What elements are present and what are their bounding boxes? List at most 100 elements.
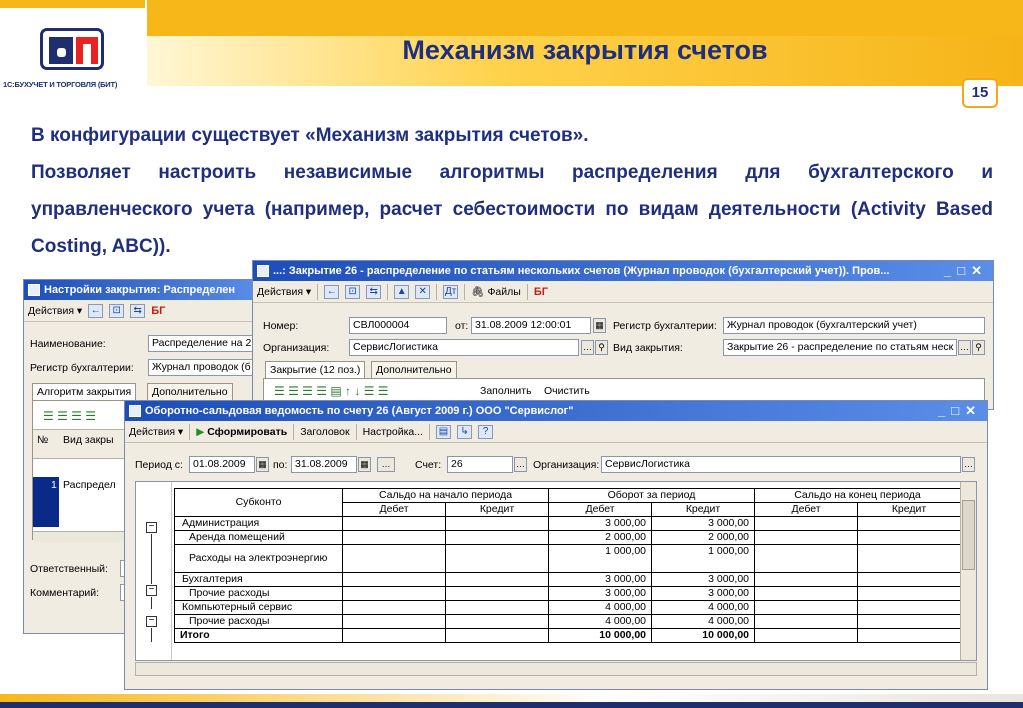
body-line-2: Позволяет настроить независимые алгоритм… (31, 162, 993, 257)
osv-report-grid[interactable]: − − − Субконто Сальдо на начало периода … (135, 481, 977, 661)
header-credit: Кредит (445, 502, 549, 517)
header-turnover: Оборот за период (548, 488, 755, 503)
register-label: Регистр бухгалтерии: (30, 362, 134, 374)
name-label: Наименование: (30, 338, 106, 350)
table-row[interactable]: Бухгалтерия 3 000,00 3 000,00 (174, 572, 961, 587)
settings-button[interactable]: Настройка... (363, 426, 423, 438)
tab-additional[interactable]: Дополнительно (371, 361, 457, 378)
play-icon: ▶ (196, 425, 205, 438)
generate-button[interactable]: ▶ Сформировать (196, 426, 287, 438)
row-closing-type[interactable]: Распредел (63, 479, 116, 491)
structure-icon[interactable]: ⊡ (109, 303, 125, 318)
account-select-button[interactable]: … (514, 457, 527, 472)
closing-type-field[interactable]: Закрытие 26 - распределение по статьям н… (723, 339, 957, 356)
collapse-icon[interactable]: − (146, 616, 157, 627)
osv-titlebar[interactable]: Оборотно-сальдовая ведомость по счету 26… (125, 401, 987, 421)
account-field[interactable]: 26 (447, 456, 513, 473)
header-closing-balance: Сальдо на конец периода (754, 488, 961, 503)
date-field[interactable]: 31.08.2009 12:00:01 (471, 317, 591, 334)
total-row[interactable]: Итого 10 000,00 10 000,00 (174, 628, 961, 643)
decode-icon[interactable]: ↳ (457, 424, 473, 439)
table-row[interactable]: Прочие расходы 4 000,00 4 000,00 (174, 614, 961, 629)
date-label: от: (455, 320, 469, 332)
unpost-icon[interactable]: ✕ (415, 284, 431, 299)
table-row[interactable]: Компьютерный сервис 4 000,00 4 000,00 (174, 600, 961, 615)
dt-kt-icon[interactable]: Дт (443, 284, 459, 299)
report-icon (129, 405, 141, 417)
osv-window[interactable]: Оборотно-сальдовая ведомость по счету 26… (124, 400, 988, 690)
journal-titlebar[interactable]: ...: Закрытие 26 - распределение по стат… (253, 261, 993, 281)
clear-button[interactable]: Очистить (544, 385, 590, 397)
grouping-column: − − − (136, 482, 172, 660)
osv-table: Субконто Сальдо на начало периода Оборот… (174, 488, 961, 643)
copy-icon[interactable]: ⇆ (130, 303, 146, 318)
files-button[interactable]: 🖇 Файлы (471, 285, 521, 298)
actions-menu[interactable]: Действия ▾ (257, 286, 311, 298)
number-field[interactable]: СВЛ000004 (349, 317, 447, 334)
collapse-icon[interactable]: − (146, 522, 157, 533)
period-from-field[interactable]: 01.08.2009 (189, 456, 255, 473)
tab-additional[interactable]: Дополнительно (147, 383, 233, 400)
header-button[interactable]: Заголовок (300, 426, 349, 438)
slide-body: В конфигурации существует «Механизм закр… (31, 117, 993, 265)
closing-type-label: Вид закрытия: (613, 342, 683, 354)
org-field[interactable]: СервисЛогистика (349, 339, 579, 356)
tree-toolbar-icons[interactable]: ☰ ☰ ☰ ☰ (43, 409, 96, 423)
header-credit: Кредит (651, 502, 755, 517)
bit-icon[interactable]: БГ (151, 305, 165, 317)
help-icon[interactable]: ? (478, 424, 494, 439)
calendar-icon[interactable]: ▦ (256, 457, 269, 472)
register-field[interactable]: Журнал проводок (бухгалтерский учет) (723, 317, 985, 334)
copy-icon[interactable]: ⇆ (366, 284, 382, 299)
logo-caption: 1С:БУХУЧЕТ И ТОРГОВЛЯ (БИТ) (3, 80, 118, 89)
page-number: 15 (962, 78, 998, 108)
post-icon[interactable]: ▲ (394, 284, 410, 299)
period-from-label: Период с: (135, 459, 183, 471)
period-to-label: по: (273, 459, 288, 471)
actions-menu[interactable]: Действия ▾ (28, 305, 82, 317)
osv-toolbar: Действия ▾ ▶ Сформировать Заголовок Наст… (125, 421, 987, 443)
actions-menu[interactable]: Действия ▾ (129, 426, 183, 438)
vertical-scrollbar[interactable] (960, 482, 976, 660)
table-row[interactable]: Администрация 3 000,00 3 000,00 (174, 516, 961, 531)
period-select-button[interactable]: … (377, 457, 395, 472)
col-closing-type: Вид закры (63, 434, 114, 446)
fill-button[interactable]: Заполнить (480, 385, 532, 397)
tab-closing[interactable]: Закрытие (12 поз.) (265, 361, 366, 378)
calendar-icon[interactable]: ▦ (358, 457, 371, 472)
org-select-button[interactable]: … (962, 457, 975, 472)
header-row-1: Субконто Сальдо на начало периода Оборот… (174, 488, 961, 517)
tab-algorithm[interactable]: Алгоритм закрытия (32, 383, 137, 400)
table-row[interactable]: Расходы на электроэнергию 1 000,00 1 000,… (174, 544, 961, 573)
window-controls[interactable]: _□✕ (944, 261, 988, 281)
calendar-icon[interactable]: ▦ (593, 318, 606, 333)
journal-toolbar: Действия ▾ ← ⊡ ⇆ ▲ ✕ Дт 🖇 Файлы БГ (253, 281, 993, 303)
table-row[interactable]: Прочие расходы 3 000,00 3 000,00 (174, 586, 961, 601)
register-field[interactable]: Журнал проводок (б (148, 359, 262, 376)
closing-type-select-button[interactable]: … (958, 340, 971, 355)
comment-label: Комментарий: (30, 587, 100, 599)
org-select-button[interactable]: … (581, 340, 594, 355)
structure-icon[interactable]: ⊡ (345, 284, 361, 299)
bottom-band (0, 694, 1023, 708)
name-field[interactable]: Распределение на 2 (148, 335, 262, 352)
print-icon[interactable]: ▤ (436, 424, 452, 439)
search-icon[interactable]: ⚲ (972, 340, 985, 355)
horizontal-scrollbar[interactable] (135, 662, 977, 676)
arrow-icon[interactable]: ← (324, 284, 340, 299)
body-line-1: В конфигурации существует «Механизм закр… (31, 125, 589, 146)
settings-titlebar[interactable]: Настройки закрытия: Распределен (24, 280, 262, 300)
arrow-icon[interactable]: ← (88, 303, 104, 318)
tree-toolbar-icons[interactable]: ☰ ☰ ☰ ☰ ▤ ↑ ↓ ☰ ☰ (274, 384, 389, 398)
period-to-field[interactable]: 31.08.2009 (291, 456, 357, 473)
org-field[interactable]: СервисЛогистика (601, 456, 961, 473)
window-controls[interactable]: _□✕ (938, 401, 982, 421)
header-debit: Дебет (342, 502, 446, 517)
table-row[interactable]: Аренда помещений 2 000,00 2 000,00 (174, 530, 961, 545)
row-number: 1 (51, 479, 57, 491)
settings-toolbar: Действия ▾ ← ⊡ ⇆ БГ (24, 300, 262, 322)
bit-icon[interactable]: БГ (534, 286, 548, 298)
collapse-icon[interactable]: − (146, 585, 157, 596)
search-icon[interactable]: ⚲ (595, 340, 608, 355)
journal-window[interactable]: ...: Закрытие 26 - распределение по стат… (252, 260, 994, 410)
